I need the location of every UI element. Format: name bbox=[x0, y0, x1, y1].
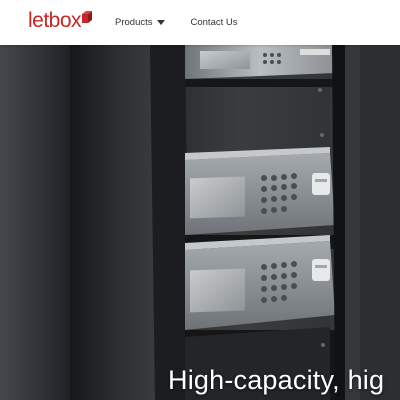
site-header: letbox Products Contact Us bbox=[0, 0, 400, 45]
brand-name: letbox bbox=[28, 9, 82, 32]
nav-item-products-label: Products bbox=[115, 17, 153, 28]
logo-box-icon bbox=[82, 11, 93, 23]
nav-item-contact-us-label: Contact Us bbox=[190, 17, 238, 28]
nav-item-products[interactable]: Products bbox=[115, 17, 165, 28]
hero-banner: High-capacity, hig bbox=[0, 45, 400, 400]
main-nav: Products Contact Us bbox=[115, 0, 238, 45]
hero-server-rack-image bbox=[0, 45, 400, 400]
brand-logo[interactable]: letbox bbox=[28, 8, 93, 34]
nav-item-contact-us[interactable]: Contact Us bbox=[191, 17, 238, 28]
hero-title: High-capacity, hig bbox=[168, 365, 385, 396]
caret-down-icon bbox=[156, 20, 165, 25]
